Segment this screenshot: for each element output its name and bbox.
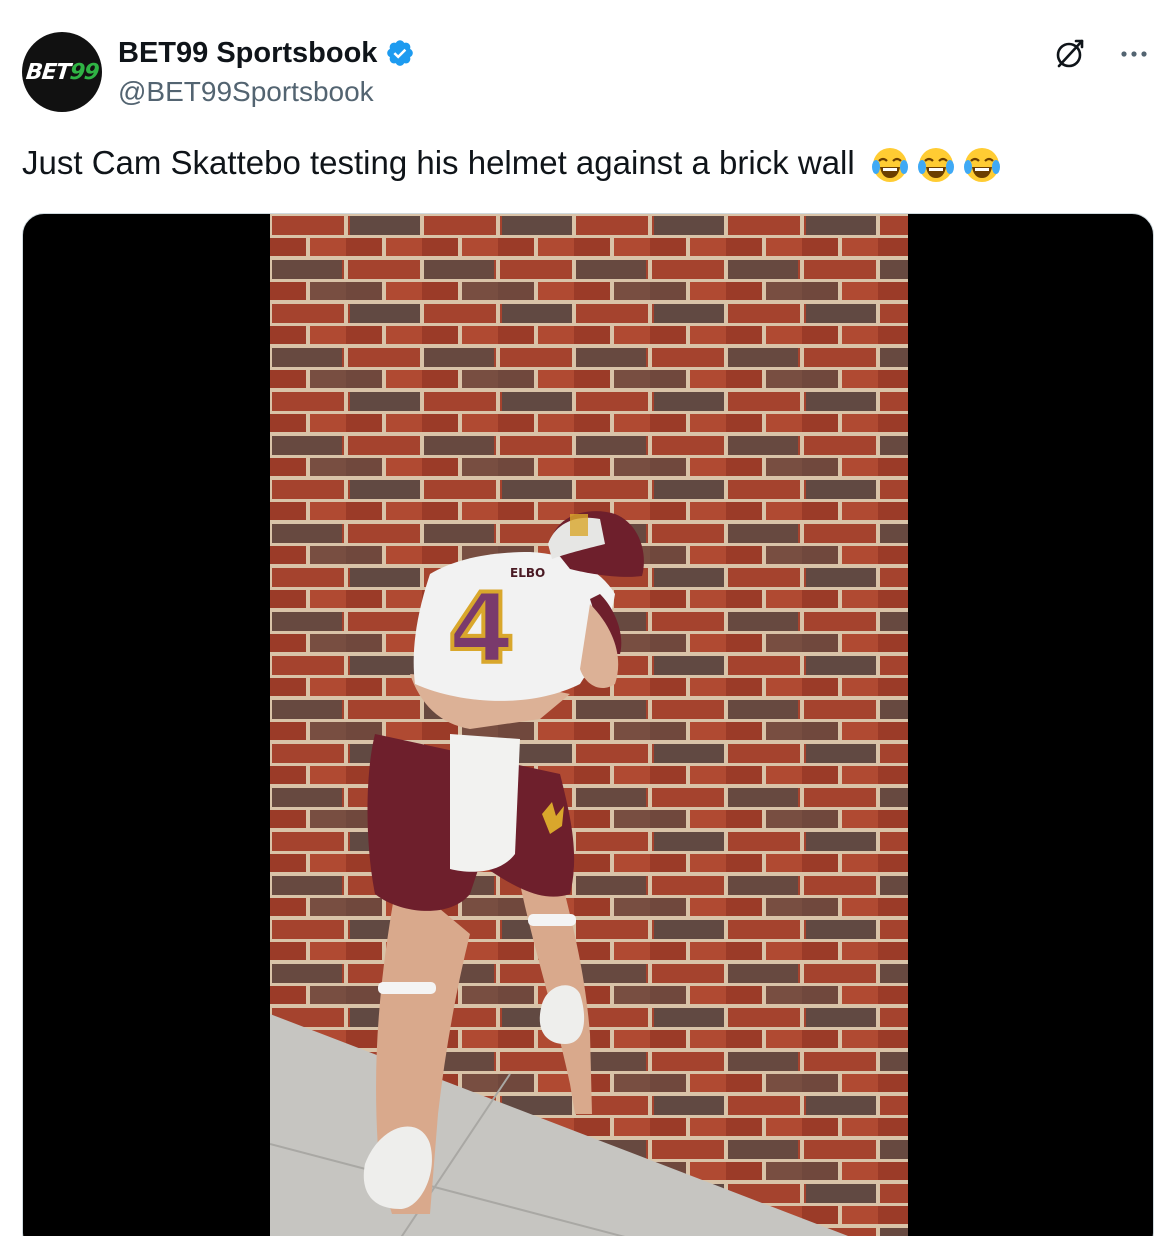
more-icon[interactable]: [1116, 36, 1152, 72]
author-info: BET99 Sportsbook @BET99Sportsbook: [118, 34, 415, 108]
tweet-body: Just Cam Skattebo testing his helmet aga…: [22, 144, 855, 181]
display-name[interactable]: BET99 Sportsbook: [118, 37, 377, 70]
avatar[interactable]: BET99: [22, 32, 102, 112]
tears-of-joy-emoji-icon: [917, 148, 954, 183]
video-frame[interactable]: 4 ELBO: [270, 214, 908, 1236]
bet99-logo: BET99: [24, 59, 100, 85]
handle[interactable]: @BET99Sportsbook: [118, 76, 415, 108]
video-still: 4 ELBO: [270, 214, 908, 1236]
tears-of-joy-emoji-icon: [963, 148, 1000, 183]
verified-badge-icon: [387, 40, 414, 66]
tears-of-joy-emoji-icon: [871, 148, 908, 183]
name-row: BET99 Sportsbook: [118, 34, 415, 72]
tweet-text: Just Cam Skattebo testing his helmet aga…: [22, 140, 1002, 186]
top-actions: [1052, 36, 1152, 72]
video-player[interactable]: 4 ELBO: [22, 213, 1154, 1236]
jersey-name: ELBO: [510, 566, 545, 580]
grok-icon[interactable]: [1052, 36, 1088, 72]
jersey-number: 4: [448, 573, 515, 685]
tweet-post: BET99 BET99 Sportsbook @BET99Sportsbook …: [0, 0, 1172, 1236]
